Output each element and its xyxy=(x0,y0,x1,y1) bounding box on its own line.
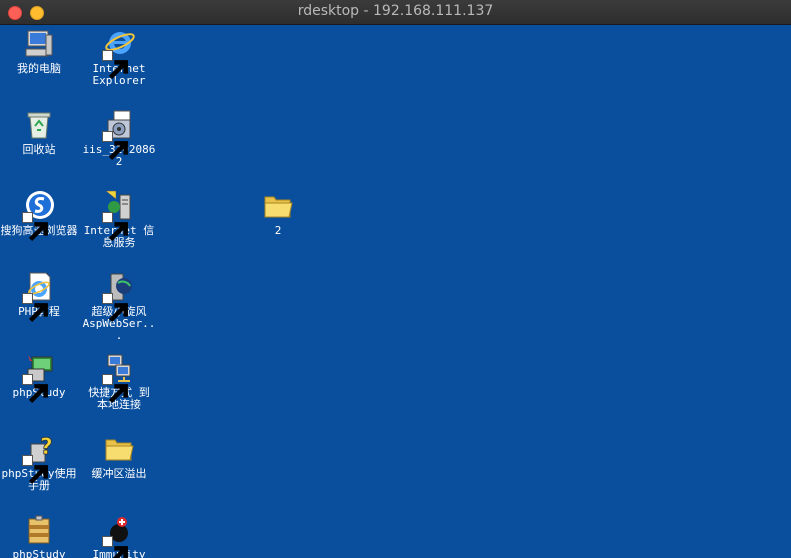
desktop-icon-label: 回收站 xyxy=(22,143,56,156)
php-tutorial-icon xyxy=(22,270,56,323)
folder-icon xyxy=(102,432,136,466)
shortcut-arrow-icon xyxy=(102,374,128,404)
desktop-icon-iis-manager[interactable]: Internet 信息服务 xyxy=(80,189,158,249)
folder-icon xyxy=(261,189,295,223)
desktop-icon-phpstudy[interactable]: phpStudy xyxy=(0,351,78,404)
desktop-icon-recycle-bin[interactable]: 回收站 xyxy=(0,108,78,156)
window-title: rdesktop - 192.168.111.137 xyxy=(297,3,494,19)
immunity-debugger-icon xyxy=(102,513,136,558)
phpstudy-package-icon xyxy=(22,513,56,547)
shortcut-arrow-icon xyxy=(102,131,128,161)
internet-explorer-icon xyxy=(102,27,136,80)
aspwebserver-icon xyxy=(102,270,136,323)
desktop-icon-label: phpStudy xyxy=(12,548,66,558)
desktop-icon-folder-2[interactable]: 2 xyxy=(239,189,317,237)
shortcut-arrow-icon xyxy=(102,536,128,558)
desktop-area[interactable]: 我的电脑 Internet Explorer 回收站 iis_31020862 … xyxy=(0,25,791,558)
desktop-icon-phpstudy-manual[interactable]: ? phpStudy使用手册 xyxy=(0,432,78,492)
desktop-icon-my-computer[interactable]: 我的电脑 xyxy=(0,27,78,75)
desktop-icon-phpstudy-package[interactable]: phpStudy xyxy=(0,513,78,558)
desktop-icon-sogou-browser[interactable]: 搜狗高速浏览器 xyxy=(0,189,78,242)
desktop-icon-label: 缓冲区溢出 xyxy=(91,467,147,480)
shortcut-arrow-icon xyxy=(102,293,128,323)
desktop-icon-aspwebserver[interactable]: 超级小旋风 AspWebSer... xyxy=(80,270,158,342)
iis-manager-icon xyxy=(102,189,136,242)
desktop-icon-iis-installer[interactable]: iis_31020862 xyxy=(80,108,158,168)
desktop-icon-internet-explorer[interactable]: Internet Explorer xyxy=(80,27,158,87)
sogou-browser-icon xyxy=(22,189,56,242)
desktop-icon-php-tutorial[interactable]: PHP教程 xyxy=(0,270,78,323)
desktop-icon-label: 我的电脑 xyxy=(17,62,61,75)
desktop-icon-immunity-debugger[interactable]: Immunity xyxy=(80,513,158,558)
desktop-icon-buffer-overflow-folder[interactable]: 缓冲区溢出 xyxy=(80,432,158,480)
shortcut-arrow-icon xyxy=(22,212,48,242)
desktop-icon-local-connection[interactable]: 快捷方式 到 本地连接 xyxy=(80,351,158,411)
network-connection-icon xyxy=(102,351,136,404)
help-manual-icon: ? xyxy=(22,432,56,485)
shortcut-arrow-icon xyxy=(22,374,48,404)
shortcut-arrow-icon xyxy=(102,50,128,80)
desktop-icon-label: 2 xyxy=(274,224,282,237)
my-computer-icon xyxy=(22,27,56,61)
window-titlebar[interactable]: rdesktop - 192.168.111.137 xyxy=(0,0,791,25)
installer-icon xyxy=(102,108,136,161)
shortcut-arrow-icon xyxy=(22,293,48,323)
shortcut-arrow-icon xyxy=(22,455,48,485)
shortcut-arrow-icon xyxy=(102,212,128,242)
recycle-bin-icon xyxy=(22,108,56,142)
phpstudy-icon xyxy=(22,351,56,404)
